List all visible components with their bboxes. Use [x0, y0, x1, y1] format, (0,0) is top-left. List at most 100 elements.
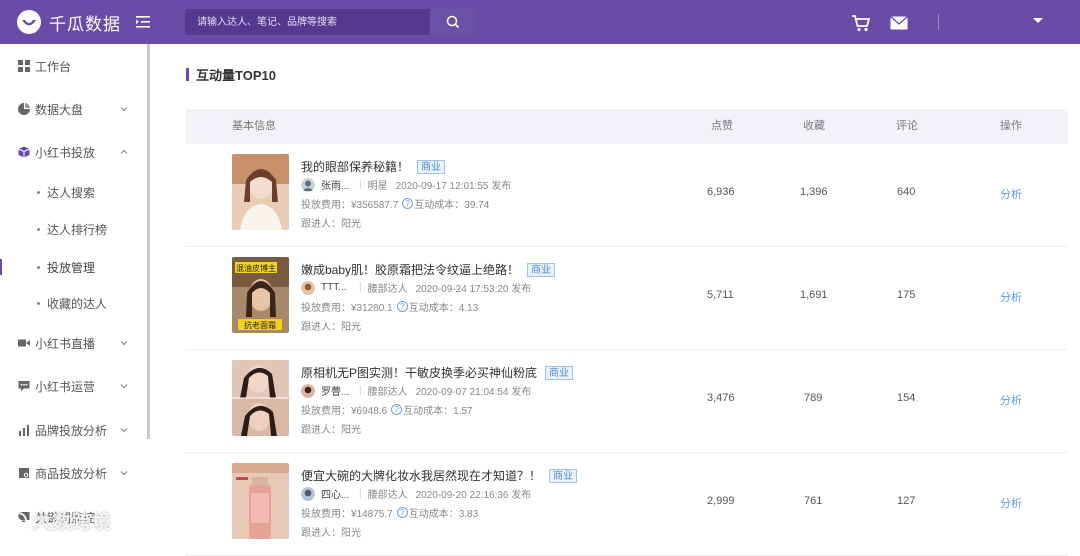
collects-count: 789 — [804, 392, 823, 404]
note-thumbnail[interactable]: 混油皮博主 抗老面霜 — [232, 257, 289, 333]
column-header-actions: 操作 — [1000, 120, 1022, 132]
follow-up-person: 跟进人：阳光 — [301, 322, 361, 333]
sidebar-item-dashboard[interactable]: 数据大盘 — [0, 94, 145, 124]
chevron-down-icon — [120, 428, 128, 433]
sidebar-item-label: 商品投放分析 — [35, 466, 108, 481]
note-title[interactable]: 原相机无P图实测！干敏皮换季必买神仙粉底 商业 — [301, 364, 574, 381]
note-thumbnail[interactable] — [232, 463, 289, 539]
search-box — [185, 9, 476, 35]
sidebar-subitem-label: 达人排行榜 — [47, 222, 108, 237]
menu-toggle-icon[interactable] — [134, 13, 152, 31]
analyze-link[interactable]: 分析 — [1000, 392, 1022, 408]
author-category: 腰部达人 — [367, 387, 408, 398]
publish-time: 2020-09-20 22:16:36 发布 — [415, 490, 532, 501]
sidebar-subitem-favorites[interactable]: 收藏的达人 — [0, 289, 145, 317]
sidebar-item-label: 品牌投放分析 — [35, 423, 108, 438]
analyze-link[interactable]: 分析 — [1000, 289, 1022, 305]
bullet — [37, 227, 40, 231]
chevron-down-icon — [120, 384, 128, 389]
app-title: 千瓜数据 — [49, 14, 121, 34]
author-category: 腰部达人 — [367, 490, 408, 501]
sidebar-item-xhs-live[interactable]: 小红书直播 — [0, 328, 145, 358]
help-icon[interactable]: ? — [396, 301, 408, 312]
author-name[interactable]: 罗瞢... — [321, 383, 357, 398]
note-title-text: 我的眼部保养秘籍！ — [301, 160, 410, 174]
note-title[interactable]: 嫩成baby肌！胶原霜把法令纹逼上绝路！ 商业 — [301, 261, 556, 278]
bar-chart-icon — [19, 425, 29, 436]
search-input[interactable] — [185, 9, 430, 35]
cart-icon[interactable] — [851, 14, 871, 32]
help-icon[interactable]: ? — [396, 507, 408, 518]
video-icon — [18, 339, 30, 347]
author-category: 腰部达人 — [367, 284, 408, 295]
note-title-text: 便宜大碗的大牌化妆水我居然现在才知道？！ — [301, 469, 542, 483]
note-title[interactable]: 我的眼部保养秘籍！ 商业 — [301, 158, 446, 175]
note-thumbnail[interactable] — [232, 154, 289, 230]
bullet — [37, 301, 40, 305]
collects-count: 761 — [804, 495, 823, 507]
author-name[interactable]: 四心... — [321, 486, 357, 501]
author-name[interactable]: TTT... — [321, 282, 357, 293]
help-icon[interactable]: ? — [391, 404, 403, 415]
table-row: 原相机无P图实测！干敏皮换季必买神仙粉底 商业 罗瞢... | 腰部达人 202… — [186, 350, 1068, 453]
comments-count: 154 — [897, 392, 916, 404]
chevron-down-icon — [120, 471, 128, 476]
comments-count: 640 — [897, 186, 916, 198]
sidebar-subitem-influencer-ranking[interactable]: 达人排行榜 — [0, 215, 145, 243]
note-thumbnail[interactable] — [232, 360, 289, 436]
avatar[interactable] — [301, 177, 315, 192]
sidebar-item-xhs-placement[interactable]: 小红书投放 — [0, 137, 145, 167]
bullet — [37, 265, 40, 269]
sidebar-item-label: 小红书直播 — [35, 336, 96, 351]
author-name[interactable]: 张雨... — [321, 177, 357, 192]
analyze-link[interactable]: 分析 — [1000, 186, 1022, 202]
commercial-tag: 商业 — [417, 159, 446, 174]
chevron-up-icon — [120, 149, 128, 154]
sidebar-scrollbar[interactable] — [147, 44, 150, 439]
placement-cost: 投放费用：¥14875.7 — [301, 509, 393, 520]
user-menu-caret-icon[interactable] — [1033, 18, 1043, 23]
chevron-down-icon — [120, 341, 128, 346]
sidebar-subitem-placement-management[interactable]: 投放管理 — [0, 253, 145, 281]
publish-time: 2020-09-07 21:04:54 发布 — [415, 387, 532, 398]
sidebar-item-label: 数据大盘 — [35, 102, 84, 117]
sidebar-item-xhs-operation[interactable]: 小红书运营 — [0, 371, 145, 401]
separator: | — [359, 385, 362, 396]
mail-icon[interactable] — [890, 16, 908, 30]
commercial-tag: 商业 — [527, 262, 556, 277]
table-header: 基本信息 点赞 收藏 评论 操作 — [186, 109, 1068, 144]
sidebar-item-label: 工作台 — [35, 59, 72, 74]
analyze-link[interactable]: 分析 — [1000, 495, 1022, 511]
note-meta: 张雨... | 明星 2020-09-17 12:01:55 发布 — [301, 177, 511, 192]
column-header-likes: 点赞 — [711, 120, 733, 132]
follow-up-person: 跟进人：阳光 — [301, 425, 361, 436]
grid-icon — [18, 60, 30, 72]
separator: | — [359, 282, 362, 293]
sidebar-subitem-label: 收藏的达人 — [47, 296, 108, 311]
sidebar-subitem-influencer-search[interactable]: 达人搜索 — [0, 178, 145, 206]
separator: | — [359, 179, 362, 190]
note-meta: TTT... | 腰部达人 2020-09-24 17:53:20 发布 — [301, 280, 531, 295]
likes-count: 6,936 — [707, 186, 735, 198]
sidebar-item-brand-analysis[interactable]: 品牌投放分析 — [0, 415, 145, 445]
sidebar-item-product-analysis[interactable]: 商品投放分析 — [0, 458, 145, 488]
cost-info: 投放费用：¥14875.7 ? 互动成本：3.83 — [301, 505, 478, 520]
column-header-collects: 收藏 — [803, 120, 825, 132]
comments-count: 127 — [897, 495, 916, 507]
placement-cost: 投放费用：¥356587.7 — [301, 200, 399, 211]
chat-icon — [18, 381, 30, 391]
avatar[interactable] — [301, 486, 315, 501]
note-title[interactable]: 便宜大碗的大牌化妆水我居然现在才知道？！ 商业 — [301, 467, 578, 484]
collects-count: 1,396 — [800, 186, 828, 198]
cost-info: 投放费用：¥6948.6 ? 互动成本：1.57 — [301, 402, 473, 417]
avatar[interactable] — [301, 383, 315, 398]
sidebar-subitem-label: 达人搜索 — [47, 185, 96, 200]
divider — [938, 14, 939, 30]
table-row: 便宜大碗的大牌化妆水我居然现在才知道？！ 商业 四心... | 腰部达人 202… — [186, 453, 1068, 556]
avatar[interactable] — [301, 280, 315, 295]
logo[interactable]: 千瓜数据 — [16, 9, 121, 35]
search-button[interactable] — [430, 9, 476, 35]
search-icon — [446, 15, 460, 29]
sidebar-item-workbench[interactable]: 工作台 — [0, 51, 145, 81]
help-icon[interactable]: ? — [402, 198, 414, 209]
